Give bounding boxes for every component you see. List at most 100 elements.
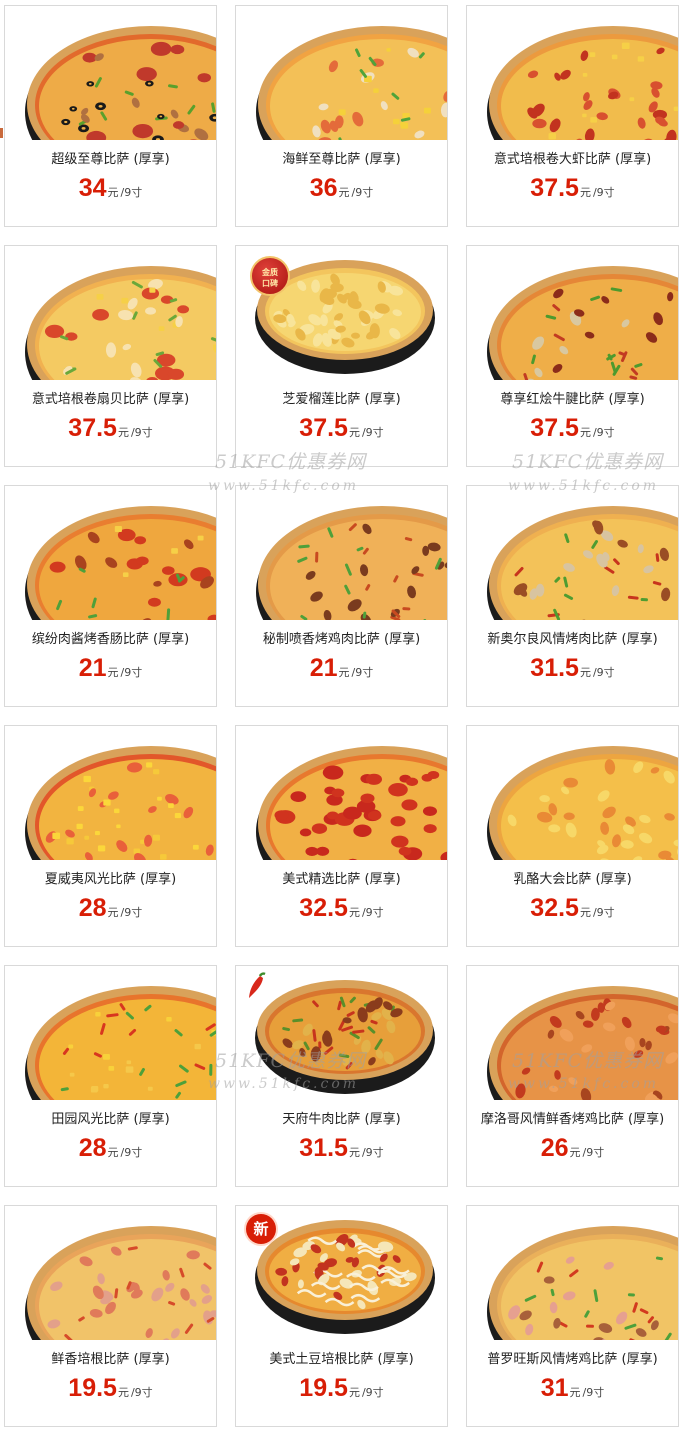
pepperoni-topping: [326, 811, 339, 820]
pizza-image-area[interactable]: [467, 246, 678, 380]
pizza-image-area[interactable]: [236, 966, 447, 1100]
pizza-card[interactable]: 美式精选比萨 (厚享) 32.5元/9寸: [235, 725, 448, 947]
pizza-image: [25, 1226, 216, 1340]
pineapple-topping: [673, 106, 678, 112]
pizza-card[interactable]: 新美式土豆培根比萨 (厚享) 19.5元/9寸: [235, 1205, 448, 1427]
pizza-image-area[interactable]: 金质 口碑: [236, 246, 447, 380]
pizza-image-area[interactable]: [467, 1206, 678, 1340]
pineapple-topping: [373, 88, 379, 93]
pizza-image-area[interactable]: [467, 486, 678, 620]
pizza-card[interactable]: 缤纷肉酱烤香肠比萨 (厚享) 21元/9寸: [4, 485, 217, 707]
pizza-size: /9寸: [120, 186, 143, 199]
pizza-size: /9寸: [592, 186, 615, 199]
pineapple-topping: [125, 1066, 134, 1073]
pizza-image: [487, 266, 678, 380]
price-line: 19.5元/9寸: [236, 1374, 447, 1403]
pizza-image-area[interactable]: [467, 966, 678, 1100]
pineapple-topping: [582, 113, 587, 118]
price-unit: 元: [569, 1386, 581, 1399]
pizza-image-area[interactable]: [5, 1206, 216, 1340]
pizza-image-area[interactable]: [5, 966, 216, 1100]
pizza-card[interactable]: 金质 口碑 芝爱榴莲比萨 (厚享) 37.5元/9寸: [235, 245, 448, 467]
pizza-name: 芝爱榴莲比萨 (厚享): [282, 392, 401, 407]
price-unit: 元: [579, 426, 591, 439]
pizza-image-area[interactable]: [236, 726, 447, 860]
pizza-image: [25, 506, 216, 620]
price-value: 32.5: [299, 894, 348, 922]
pepperoni-topping: [423, 824, 437, 834]
pizza-name: 田园风光比萨 (厚享): [51, 1112, 170, 1127]
price-line: 26元/9寸: [467, 1134, 678, 1163]
pizza-menu-grid: 超级至尊比萨 (厚享) 34元/9寸海鲜至尊比萨 (厚享) 36元/9寸 意式培根卷大…: [0, 0, 684, 1437]
pizza-name: 天府牛肉比萨 (厚享): [282, 1112, 401, 1127]
pizza-card[interactable]: 意式培根卷扇贝比萨 (厚享) 37.5元/9寸: [4, 245, 217, 467]
pineapple-topping: [102, 1053, 110, 1060]
price-line: 36元/9寸: [236, 174, 447, 203]
pizza-card[interactable]: 摩洛哥风情鲜香烤鸡比萨 (厚享) 26元/9寸: [466, 965, 679, 1187]
pizza-image-area[interactable]: [236, 486, 447, 620]
price-line: 31元/9寸: [467, 1374, 678, 1403]
pineapple-topping: [103, 1083, 109, 1089]
pineapple-topping: [97, 845, 106, 852]
price-unit: 元: [569, 1146, 581, 1159]
pizza-card[interactable]: 尊享红烩牛腱比萨 (厚享) 37.5元/9寸: [466, 245, 679, 467]
pineapple-topping: [83, 775, 91, 783]
pizza-name: 海鲜至尊比萨 (厚享): [282, 152, 401, 167]
pepperoni-topping: [311, 823, 328, 834]
pineapple-topping: [122, 572, 129, 577]
price-unit: 元: [579, 666, 591, 679]
pizza-card[interactable]: 新奥尔良风情烤肉比萨 (厚享) 31.5元/9寸: [466, 485, 679, 707]
pizza-image-area[interactable]: [236, 6, 447, 140]
pepper-topping: [586, 1324, 594, 1328]
pineapple-topping: [637, 56, 645, 62]
pizza-card[interactable]: 超级至尊比萨 (厚享) 34元/9寸: [4, 5, 217, 227]
pineapple-topping: [590, 117, 597, 123]
pizza-card[interactable]: 天府牛肉比萨 (厚享) 31.5元/9寸: [235, 965, 448, 1187]
pizza-image-area[interactable]: [5, 726, 216, 860]
pizza-image-area[interactable]: [5, 6, 216, 140]
pepperoni-topping: [365, 773, 383, 785]
pizza-image-area[interactable]: 新: [236, 1206, 447, 1340]
pizza-card[interactable]: 普罗旺斯风情烤鸡比萨 (厚享) 31元/9寸: [466, 1205, 679, 1427]
pineapple-topping: [153, 769, 160, 775]
pepper-topping: [209, 1063, 213, 1076]
pizza-image-area[interactable]: [467, 726, 678, 860]
pizza-image: [487, 506, 678, 620]
pineapple-topping: [621, 42, 630, 50]
price-unit: 元: [348, 426, 360, 439]
olive-center: [147, 82, 151, 85]
pizza-size: /9寸: [361, 1386, 384, 1399]
pepperoni-topping: [367, 810, 382, 821]
price-line: 37.5元/9寸: [467, 414, 678, 443]
olive-center: [64, 120, 68, 124]
edge-fragment: [0, 128, 3, 138]
pineapple-topping: [194, 1043, 201, 1050]
pineapple-topping: [77, 806, 84, 811]
olive-center: [81, 127, 86, 130]
pizza-card[interactable]: 海鲜至尊比萨 (厚享) 36元/9寸: [235, 5, 448, 227]
pizza-card[interactable]: 夏威夷风光比萨 (厚享) 28元/9寸: [4, 725, 217, 947]
pizza-name: 秘制喷香烤鸡肉比萨 (厚享): [262, 632, 421, 647]
price-value: 34: [78, 174, 107, 202]
pizza-size: /9寸: [130, 426, 153, 439]
pizza-image-area[interactable]: [5, 246, 216, 380]
pizza-card[interactable]: 田园风光比萨 (厚享) 28元/9寸: [4, 965, 217, 1187]
pineapple-topping: [94, 831, 100, 836]
pizza-card[interactable]: 乳酪大会比萨 (厚享) 32.5元/9寸: [466, 725, 679, 947]
pizza-card[interactable]: 意式培根卷大虾比萨 (厚享) 37.5元/9寸: [466, 5, 679, 227]
pizza-image-area[interactable]: [467, 6, 678, 140]
pizza-size: /9寸: [351, 186, 374, 199]
pineapple-topping: [582, 72, 588, 77]
price-line: 21元/9寸: [5, 654, 216, 683]
spicy-chili-icon: [249, 972, 266, 998]
pizza-card[interactable]: 秘制喷香烤鸡肉比萨 (厚享) 21元/9寸: [235, 485, 448, 707]
pineapple-topping: [149, 287, 156, 293]
pineapple-topping: [400, 122, 409, 129]
pineapple-topping: [174, 813, 181, 819]
pineapple-topping: [90, 1086, 98, 1093]
pizza-image-area[interactable]: [5, 486, 216, 620]
price-unit: 元: [338, 666, 350, 679]
pizza-image: [487, 1226, 678, 1340]
pizza-name: 美式精选比萨 (厚享): [282, 872, 401, 887]
pizza-card[interactable]: 鲜香培根比萨 (厚享) 19.5元/9寸: [4, 1205, 217, 1427]
